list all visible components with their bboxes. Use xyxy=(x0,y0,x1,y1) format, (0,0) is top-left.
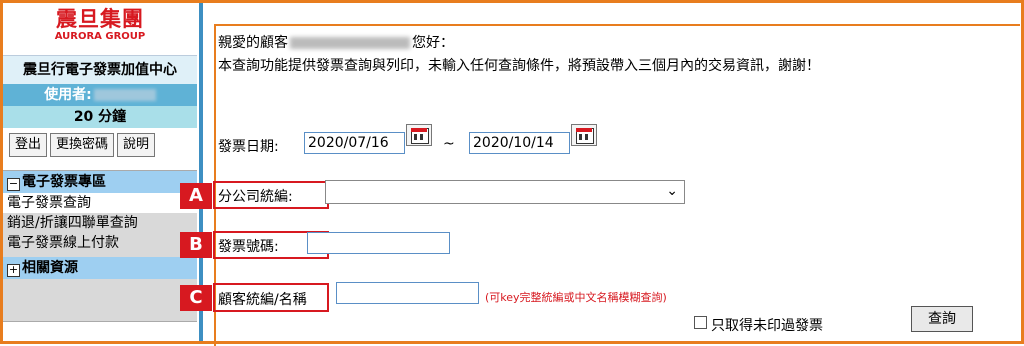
menu-item-return-query[interactable]: 銷退/折讓四聯單查詢 xyxy=(3,213,197,233)
logo: 震旦集團 AURORA GROUP xyxy=(3,3,197,55)
redacted-username xyxy=(93,89,156,101)
session-timer: 20 分鐘 xyxy=(3,106,197,128)
invoice-number-label: 發票號碼: xyxy=(218,239,279,255)
customer-label: 顧客統編/名稱 xyxy=(218,292,307,308)
menu-item-online-payment[interactable]: 電子發票線上付款 xyxy=(3,233,197,253)
user-bar: 使用者: xyxy=(3,84,197,106)
sidebar: 震旦集團 AURORA GROUP 震旦行電子發票加值中心 使用者: 20 分鐘… xyxy=(3,3,197,341)
logo-zh: 震旦集團 xyxy=(56,6,144,31)
date-to-input[interactable]: 2020/10/14 xyxy=(469,132,570,154)
unprinted-only-label: 只取得未印過發票 xyxy=(711,318,823,334)
notice-text: 本查詢功能提供發票查詢與列印，未輸入任何查詢條件，將預設帶入三個月內的交易資訊，… xyxy=(218,58,820,74)
unprinted-only-checkbox[interactable] xyxy=(694,316,707,329)
date-label: 發票日期: xyxy=(218,139,279,155)
customer-input[interactable] xyxy=(336,282,479,304)
sidebar-menu: − 電子發票專區 電子發票查詢 銷退/折讓四聯單查詢 電子發票線上付款 + 相關資源 xyxy=(3,170,197,322)
invoice-number-input[interactable] xyxy=(307,232,450,254)
expand-icon[interactable]: + xyxy=(7,264,20,277)
calendar-icon[interactable] xyxy=(406,124,432,146)
query-button[interactable]: 查詢 xyxy=(911,306,973,332)
branch-label: 分公司統編: xyxy=(218,189,293,205)
sidebar-button-row: 登出 更換密碼 說明 xyxy=(3,128,197,162)
customer-hint: (可key完整統編或中文名稱模糊查詢) xyxy=(485,291,667,304)
date-separator: ~ xyxy=(443,136,455,152)
change-password-button[interactable]: 更換密碼 xyxy=(50,133,115,157)
annotation-badge-c: C xyxy=(180,285,212,311)
greeting: 親愛的顧客 您好： xyxy=(218,32,454,52)
logo-en: AURORA GROUP xyxy=(54,31,146,42)
greeting-post: 您好： xyxy=(412,35,454,51)
menu-section-resources[interactable]: + 相關資源 xyxy=(3,257,197,279)
menu-section-label: 電子發票專區 xyxy=(22,174,106,190)
menu-section-label: 相關資源 xyxy=(22,260,78,276)
branch-select[interactable]: ⌄ xyxy=(325,180,685,204)
logout-button[interactable]: 登出 xyxy=(9,133,48,157)
help-button[interactable]: 說明 xyxy=(117,133,156,157)
user-label: 使用者: xyxy=(44,87,92,103)
menu-item-invoice-query[interactable]: 電子發票查詢 xyxy=(3,193,197,213)
annotation-badge-a: A xyxy=(180,183,212,209)
calendar-icon[interactable] xyxy=(571,124,597,146)
date-from-input[interactable]: 2020/07/16 xyxy=(304,132,405,154)
collapse-icon[interactable]: − xyxy=(7,178,20,191)
annotation-badge-b: B xyxy=(180,232,212,258)
brand-title: 震旦行電子發票加值中心 xyxy=(3,55,197,84)
chevron-down-icon: ⌄ xyxy=(666,183,678,199)
redacted-customer xyxy=(290,37,410,49)
greeting-pre: 親愛的顧客 xyxy=(218,35,288,51)
menu-section-einvoice[interactable]: − 電子發票專區 xyxy=(3,171,197,193)
